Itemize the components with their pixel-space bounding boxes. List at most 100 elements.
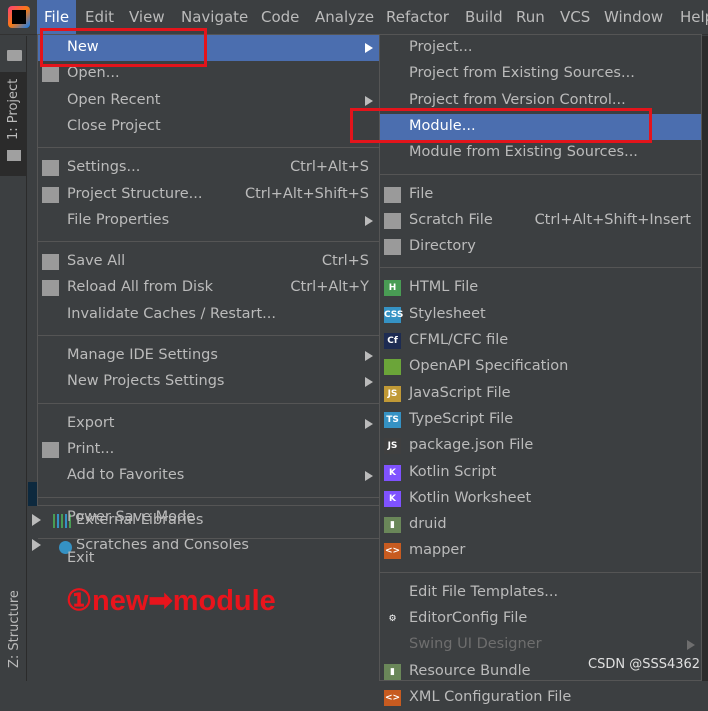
menu-item-project-from-existing-sources[interactable]: Project from Existing Sources... (380, 61, 701, 87)
project-tool-window-tab[interactable]: 1: Project (0, 72, 27, 176)
menu-item-label: Save All (67, 253, 126, 270)
menu-item-javascript-file[interactable]: JS JavaScript File (380, 381, 701, 407)
menu-item-open-recent[interactable]: Open Recent (38, 88, 379, 114)
menu-item-label: Settings... (67, 159, 141, 176)
menu-analyze[interactable]: Analyze (315, 8, 374, 26)
menu-item-export[interactable]: Export (38, 411, 379, 437)
menu-item-label: XML Configuration File (409, 688, 572, 705)
menu-item-cfml-cfc-file[interactable]: Cf CFML/CFC file (380, 328, 701, 354)
menu-item-invalidate-caches-restart[interactable]: Invalidate Caches / Restart... (38, 302, 379, 328)
menu-item-openapi-specification[interactable]: OpenAPI Specification (380, 354, 701, 380)
menu-item-new-projects-settings[interactable]: New Projects Settings (38, 369, 379, 395)
menu-item-label: TypeScript File (409, 410, 514, 427)
submenu-arrow-icon (365, 43, 373, 53)
menu-item-file-properties[interactable]: File Properties (38, 208, 379, 234)
menu-item-label: OpenAPI Specification (409, 358, 569, 375)
folder-icon (42, 66, 59, 83)
menu-item-label: File Properties (67, 211, 170, 228)
menu-item-edit-file-templates[interactable]: Edit File Templates... (380, 580, 701, 606)
menu-item-label: mapper (409, 542, 466, 559)
menu-item-label: Swing UI Designer (409, 636, 542, 653)
menu-item-typescript-file[interactable]: TS TypeScript File (380, 407, 701, 433)
menu-item-kotlin-worksheet[interactable]: K Kotlin Worksheet (380, 486, 701, 512)
structure-tab[interactable]: Z: Structure (7, 590, 22, 668)
menu-navigate[interactable]: Navigate (181, 8, 248, 26)
openapi-icon (384, 359, 401, 376)
kotlin-worksheet-icon: K (384, 490, 401, 507)
druid-template-icon: ▮ (384, 517, 401, 534)
menu-item-label: Kotlin Script (409, 463, 497, 480)
shortcut-label: Ctrl+Alt+Shift+S (244, 185, 369, 202)
menu-item-editorconfig-file[interactable]: ⚙ EditorConfig File (380, 606, 701, 632)
menu-item-label: Project from Version Control... (409, 91, 626, 108)
file-menu: New Open... Open Recent Close Project Settin… (37, 34, 380, 566)
menu-item-label: Invalidate Caches / Restart... (67, 305, 276, 322)
menu-item-project-structure[interactable]: Project Structure... Ctrl+Alt+Shift+S (38, 182, 379, 208)
menu-separator (38, 402, 379, 404)
submenu-arrow-icon (365, 215, 373, 226)
menu-window[interactable]: Window (604, 8, 663, 26)
menu-edit[interactable]: Edit (85, 8, 114, 26)
menu-item-directory[interactable]: Directory (380, 234, 701, 260)
menu-item-html-file[interactable]: H HTML File (380, 275, 701, 301)
wrench-icon (42, 160, 59, 177)
menu-item-reload-all-from-disk[interactable]: Reload All from Disk Ctrl+Alt+Y (38, 275, 379, 301)
menu-item-label: Project Structure... (67, 185, 203, 202)
menu-item-label: Open... (67, 65, 120, 82)
menu-code[interactable]: Code (261, 8, 299, 26)
menu-item-print[interactable]: Print... (38, 437, 379, 463)
menu-vcs[interactable]: VCS (560, 8, 590, 26)
menu-item-scratch-file[interactable]: Scratch File Ctrl+Alt+Shift+Insert (380, 208, 701, 234)
folder-icon (7, 50, 22, 61)
menu-item-label: Power Save Mode (67, 508, 196, 525)
menu-help[interactable]: Help (680, 8, 708, 26)
menu-item-power-save-mode[interactable]: Power Save Mode (38, 505, 379, 531)
submenu-arrow-icon (365, 418, 373, 429)
editor-area (701, 36, 708, 681)
menu-item-label: Add to Favorites (67, 467, 185, 484)
menu-item-save-all[interactable]: Save All Ctrl+S (38, 249, 379, 275)
menu-separator (38, 335, 379, 336)
menu-build[interactable]: Build (465, 8, 503, 26)
menu-item-package-json-file[interactable]: JS package.json File (380, 433, 701, 459)
shortcut-label: Ctrl+Alt+Y (290, 279, 369, 296)
kotlin-script-icon: K (384, 464, 401, 481)
directory-icon (384, 239, 401, 256)
menu-item-swing-ui-designer[interactable]: Swing UI Designer (380, 632, 701, 658)
project-tab-label: 1: Project (6, 78, 21, 140)
menu-item-mapper[interactable]: <> mapper (380, 538, 701, 564)
file-icon (384, 186, 401, 203)
scratch-file-icon (384, 212, 401, 229)
menu-separator (38, 147, 379, 149)
menu-refactor[interactable]: Refactor (386, 8, 449, 26)
menu-item-druid[interactable]: ▮ druid (380, 512, 701, 538)
highlight-box-module (350, 108, 652, 143)
menu-run[interactable]: Run (516, 8, 545, 26)
menu-view[interactable]: View (129, 8, 165, 26)
shortcut-label: Ctrl+S (321, 253, 369, 270)
watermark: CSDN @SSS4362 (588, 657, 701, 672)
menu-separator (38, 496, 379, 498)
menu-item-module-from-existing-sources[interactable]: Module from Existing Sources... (380, 140, 701, 166)
menu-item-xml-configuration-file[interactable]: <> XML Configuration File (380, 685, 701, 711)
menu-item-label: HTML File (409, 279, 479, 296)
menu-item-add-to-favorites[interactable]: Add to Favorites (38, 463, 379, 489)
save-icon (42, 254, 59, 271)
menu-item-label: File (409, 185, 434, 202)
menu-item-settings[interactable]: Settings... Ctrl+Alt+S (38, 155, 379, 181)
menu-item-exit[interactable]: Exit (38, 546, 379, 572)
nodejs-icon: JS (384, 438, 401, 455)
js-file-icon: JS (384, 385, 401, 402)
submenu-arrow-icon (365, 351, 373, 361)
resource-bundle-icon: ▮ (384, 663, 401, 680)
html-file-icon: H (384, 280, 401, 297)
menu-item-kotlin-script[interactable]: K Kotlin Script (380, 460, 701, 486)
menu-item-stylesheet[interactable]: CSS Stylesheet (380, 302, 701, 328)
menu-item-manage-ide-settings[interactable]: Manage IDE Settings (38, 343, 379, 369)
xml-file-icon: <> (384, 543, 401, 560)
menu-item-project[interactable]: Project... (380, 35, 701, 61)
menu-item-close-project[interactable]: Close Project (38, 114, 379, 140)
menu-item-label: Project from Existing Sources... (409, 65, 635, 82)
menu-item-file[interactable]: File (380, 182, 701, 208)
menu-separator (380, 173, 701, 175)
